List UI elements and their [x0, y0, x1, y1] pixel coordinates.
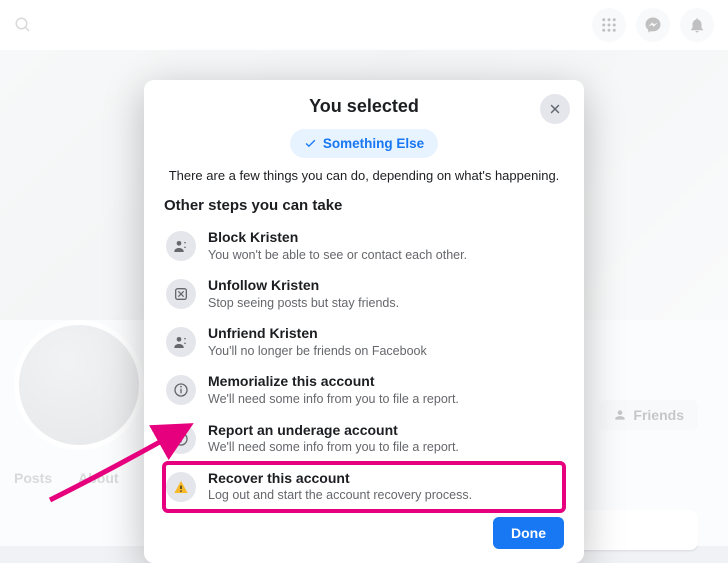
step-recover-account[interactable]: Recover this accountLog out and start th…: [164, 463, 564, 511]
report-modal: You selected Something Else There are a …: [144, 80, 584, 563]
step-underage[interactable]: Report an underage accountWe'll need som…: [164, 415, 564, 463]
modal-intro: There are a few things you can do, depen…: [164, 168, 564, 183]
step-desc: We'll need some info from you to file a …: [208, 440, 459, 456]
close-button[interactable]: [540, 94, 570, 124]
step-memorialize[interactable]: Memorialize this accountWe'll need some …: [164, 366, 564, 414]
close-icon: [548, 102, 562, 116]
person-block-icon: [166, 231, 196, 261]
step-desc: Stop seeing posts but stay friends.: [208, 296, 399, 312]
info-icon: [166, 375, 196, 405]
step-desc: Log out and start the account recovery p…: [208, 488, 472, 504]
selected-reason-pill[interactable]: Something Else: [290, 129, 438, 158]
warning-icon: [166, 472, 196, 502]
check-icon: [304, 137, 317, 150]
step-block[interactable]: Block KristenYou won't be able to see or…: [164, 222, 564, 270]
step-desc: You'll no longer be friends on Facebook: [208, 344, 427, 360]
step-title: Unfollow Kristen: [208, 277, 399, 295]
pill-label: Something Else: [323, 136, 424, 151]
step-desc: You won't be able to see or contact each…: [208, 248, 467, 264]
step-title: Memorialize this account: [208, 373, 459, 391]
info-icon: [166, 424, 196, 454]
step-title: Recover this account: [208, 470, 472, 488]
done-button[interactable]: Done: [493, 517, 564, 549]
step-unfriend[interactable]: Unfriend KristenYou'll no longer be frie…: [164, 318, 564, 366]
section-heading: Other steps you can take: [164, 197, 564, 214]
step-title: Report an underage account: [208, 422, 459, 440]
step-unfollow[interactable]: Unfollow KristenStop seeing posts but st…: [164, 270, 564, 318]
modal-title: You selected: [309, 96, 419, 117]
unfollow-icon: [166, 279, 196, 309]
step-title: Block Kristen: [208, 229, 467, 247]
step-title: Unfriend Kristen: [208, 325, 427, 343]
unfriend-icon: [166, 327, 196, 357]
step-desc: We'll need some info from you to file a …: [208, 392, 459, 408]
